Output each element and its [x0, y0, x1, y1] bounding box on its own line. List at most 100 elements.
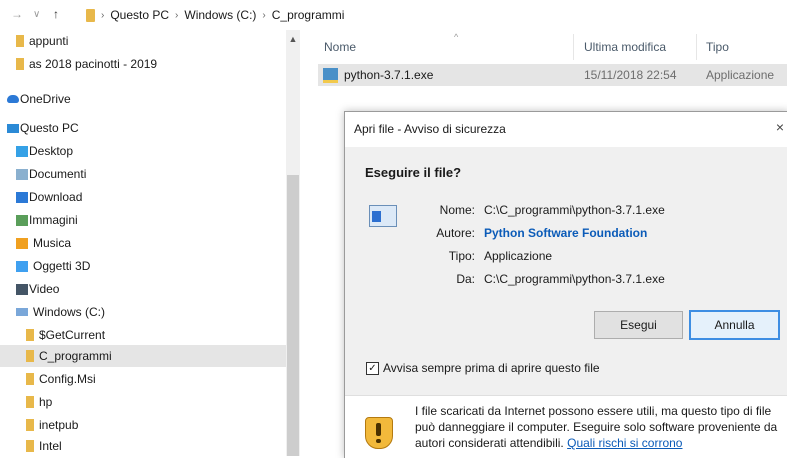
- music-folder-icon: [16, 237, 28, 249]
- tree-item-appunti[interactable]: appunti: [16, 30, 286, 52]
- from-label: Da:: [456, 272, 475, 286]
- folder-icon: [16, 58, 24, 70]
- tree-item-immagini[interactable]: Immagini: [16, 209, 286, 231]
- risks-link[interactable]: Quali rischi si corrono: [567, 436, 682, 450]
- desktop-folder-icon: [16, 145, 28, 157]
- tree-item-label: Video: [29, 282, 60, 296]
- python-installer-icon: [323, 68, 338, 83]
- folder-icon: [26, 329, 34, 341]
- computer-icon: [7, 123, 19, 133]
- navigation-pane: appunti as 2018 pacinotti - 2019 OneDriv…: [0, 30, 300, 456]
- folder-icon: [26, 350, 34, 362]
- breadcrumb-item[interactable]: Questo PC: [110, 8, 169, 22]
- drive-icon: [16, 308, 28, 316]
- dialog-body: Eseguire il file? Nome: C:\C_programmi\p…: [345, 147, 787, 395]
- tree-item-inetpub[interactable]: inetpub: [26, 414, 286, 436]
- tree-item-documenti[interactable]: Documenti: [16, 163, 286, 185]
- breadcrumb-separator-icon[interactable]: ›: [101, 10, 104, 21]
- recent-locations-chevron-icon[interactable]: ∨: [33, 9, 40, 20]
- column-header-modified[interactable]: Ultima modifica: [584, 40, 666, 54]
- breadcrumb-item[interactable]: C_programmi: [272, 8, 345, 22]
- author-label: Autore:: [436, 226, 475, 240]
- security-warning-dialog: Apri file - Avviso di sicurezza × Esegui…: [344, 111, 787, 458]
- name-label: Nome:: [439, 203, 475, 217]
- tree-item-config-msi[interactable]: Config.Msi: [26, 368, 286, 390]
- address-bar: → ∨ ↑ › Questo PC › Windows (C:) › C_pro…: [0, 0, 787, 30]
- warning-shield-icon: [365, 417, 393, 449]
- type-value: Applicazione: [484, 249, 553, 263]
- scroll-up-arrow-icon[interactable]: ▲: [286, 34, 300, 44]
- checkbox-label[interactable]: Avvisa sempre prima di aprire questo fil…: [383, 361, 600, 375]
- tree-item-hp[interactable]: hp: [26, 391, 286, 413]
- type-label: Tipo:: [448, 249, 475, 263]
- tree-item-label: Documenti: [29, 167, 87, 181]
- tree-item-label: Config.Msi: [39, 372, 96, 386]
- tree-item-label: OneDrive: [20, 92, 71, 106]
- breadcrumb: › Questo PC › Windows (C:) › C_programmi: [86, 8, 344, 22]
- tree-item-label: $GetCurrent: [39, 328, 106, 342]
- tree-item-as-2018[interactable]: as 2018 pacinotti - 2019: [16, 53, 286, 75]
- tree-item-label: Intel: [39, 439, 62, 453]
- file-row[interactable]: python-3.7.1.exe 15/11/2018 22:54 Applic…: [318, 64, 787, 86]
- folder-icon: [26, 373, 34, 385]
- sort-caret-icon: ^: [454, 32, 459, 42]
- tree-item-label: appunti: [29, 34, 69, 48]
- tree-item-musica[interactable]: Musica: [16, 232, 286, 254]
- dialog-question: Eseguire il file?: [365, 165, 462, 180]
- tree-item-desktop[interactable]: Desktop: [16, 140, 286, 162]
- back-arrow-icon[interactable]: →: [11, 7, 23, 21]
- tree-item-questo-pc[interactable]: Questo PC: [7, 117, 286, 139]
- tree-item-label: as 2018 pacinotti - 2019: [29, 57, 158, 71]
- tree-item-oggetti-3d[interactable]: Oggetti 3D: [16, 255, 286, 277]
- tree-item-label: Oggetti 3D: [33, 259, 91, 273]
- file-modified: 15/11/2018 22:54: [584, 68, 677, 82]
- tree-item-download[interactable]: Download: [16, 186, 286, 208]
- tree-item-label: Download: [29, 190, 83, 204]
- tree-item-windows-c[interactable]: Windows (C:): [16, 301, 286, 323]
- tree-item-label: Immagini: [29, 213, 78, 227]
- always-warn-option[interactable]: ✓ Avvisa sempre prima di aprire questo f…: [366, 361, 600, 375]
- author-link[interactable]: Python Software Foundation: [484, 226, 647, 240]
- folder-icon: [26, 396, 34, 408]
- column-header-name[interactable]: Nome: [324, 40, 356, 54]
- folder-icon: [86, 8, 95, 22]
- tree-item-getcurrent[interactable]: $GetCurrent: [26, 324, 286, 346]
- nav-scrollbar-thumb[interactable]: [287, 175, 299, 456]
- download-folder-icon: [16, 191, 28, 203]
- folder-icon: [16, 35, 24, 47]
- tree-item-intel[interactable]: Intel: [26, 435, 286, 457]
- run-button[interactable]: Esegui: [594, 311, 683, 339]
- folder-icon: [26, 440, 34, 452]
- breadcrumb-separator-icon[interactable]: ›: [175, 10, 178, 21]
- file-name: python-3.7.1.exe: [344, 68, 434, 82]
- column-divider[interactable]: [573, 34, 574, 60]
- tree-item-label: Windows (C:): [33, 305, 106, 319]
- tree-item-label: hp: [39, 395, 53, 409]
- tree-item-label: Desktop: [29, 144, 74, 158]
- tree-item-onedrive[interactable]: OneDrive: [7, 88, 286, 110]
- tree-item-video[interactable]: Video: [16, 278, 286, 300]
- close-icon[interactable]: ×: [776, 119, 784, 135]
- breadcrumb-item[interactable]: Windows (C:): [184, 8, 256, 22]
- file-type: Applicazione: [706, 68, 775, 82]
- breadcrumb-separator-icon[interactable]: ›: [262, 10, 265, 21]
- pictures-folder-icon: [16, 214, 28, 226]
- column-header-type[interactable]: Tipo: [706, 40, 729, 54]
- video-folder-icon: [16, 283, 28, 295]
- dialog-title: Apri file - Avviso di sicurezza: [354, 122, 506, 136]
- column-divider[interactable]: [696, 34, 697, 60]
- 3d-objects-folder-icon: [16, 260, 28, 272]
- always-warn-checkbox[interactable]: ✓: [366, 361, 379, 375]
- tree-item-label: Musica: [33, 236, 72, 250]
- from-value: C:\C_programmi\python-3.7.1.exe: [484, 272, 665, 286]
- tree-item-label: inetpub: [39, 418, 79, 432]
- tree-item-c-programmi[interactable]: C_programmi: [0, 345, 286, 367]
- tree-item-label: Questo PC: [20, 121, 79, 135]
- warning-text: I file scaricati da Internet possono ess…: [415, 403, 785, 451]
- up-arrow-icon[interactable]: ↑: [53, 7, 59, 21]
- documents-folder-icon: [16, 168, 28, 180]
- cancel-button[interactable]: Annulla: [689, 310, 780, 340]
- cloud-icon: [7, 95, 19, 103]
- name-value: C:\C_programmi\python-3.7.1.exe: [484, 203, 665, 217]
- folder-icon: [26, 419, 34, 431]
